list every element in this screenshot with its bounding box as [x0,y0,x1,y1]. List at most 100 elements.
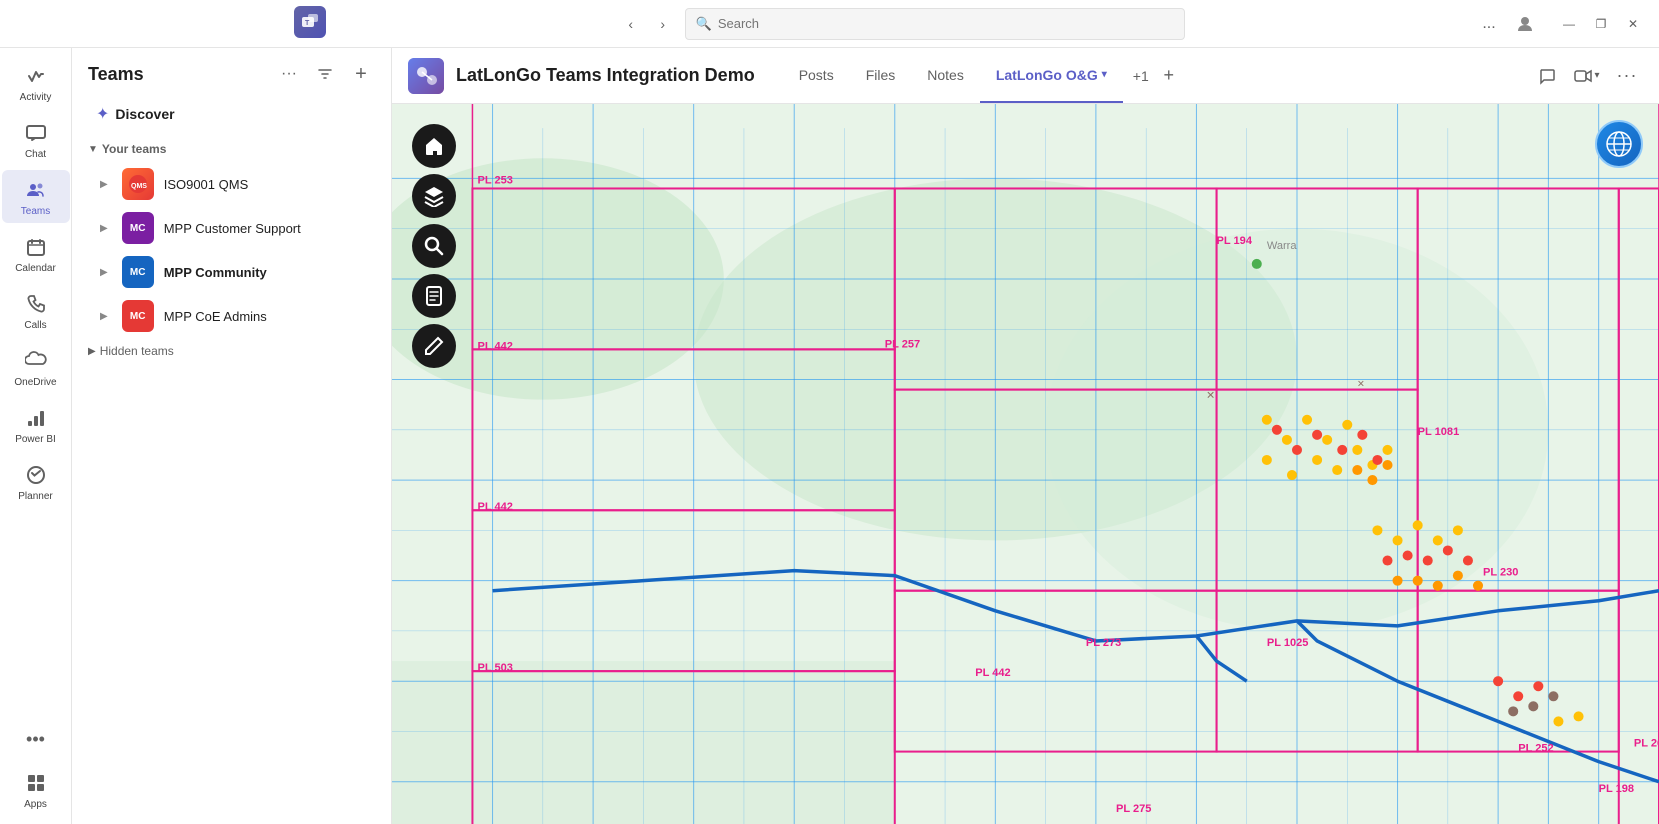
report-tool-button[interactable] [412,274,456,318]
discover-section[interactable]: ✦ Discover [80,96,383,132]
minimize-button[interactable]: — [1555,10,1583,38]
svg-text:T: T [305,20,310,27]
tab-posts[interactable]: Posts [783,48,850,103]
team-expand-icon: ▶ [100,179,108,190]
hidden-chevron: ▶ [88,346,96,357]
team-avatar-mpp-community: MC [122,256,154,288]
tab-dropdown-icon: ▾ [1102,69,1107,80]
onedrive-icon [22,347,50,375]
sidebar-item-onedrive[interactable]: OneDrive [2,341,70,394]
close-button[interactable]: ✕ [1619,10,1647,38]
apps-label: Apps [24,799,47,810]
your-teams-section[interactable]: ▼ Your teams [72,136,391,162]
teams-panel: Teams ··· + ✦ Discover ▼ Your teams ▶ QM… [72,48,392,824]
team-avatar-mpp-coe: MC [122,300,154,332]
team-expand-icon: ▶ [100,311,108,322]
svg-text:PL 230: PL 230 [1483,567,1518,579]
map-svg: Warra [392,104,1659,824]
teams-panel-header: Teams ··· + [72,48,391,96]
sidebar-item-calls[interactable]: Calls [2,284,70,337]
svg-text:PL 1025: PL 1025 [1267,637,1309,649]
team-avatar-mpp-support: MC [122,212,154,244]
teams-app-logo: T [294,6,326,38]
back-button[interactable]: ‹ [617,10,645,38]
sidebar-nav: Activity Chat Teams [0,48,72,824]
edit-tool-button[interactable] [412,324,456,368]
filter-button[interactable] [311,60,339,88]
search-input[interactable] [718,16,1174,31]
sidebar-item-planner[interactable]: Planner [2,455,70,508]
tab-notes[interactable]: Notes [911,48,980,103]
chat-label: Chat [25,149,46,160]
svg-text:QMS: QMS [131,183,147,190]
svg-text:PL 252: PL 252 [1518,743,1553,755]
channel-more-button[interactable]: ··· [1611,60,1643,92]
apps-icon [22,769,50,797]
title-bar: T ‹ › 🔍 ... — ❐ ✕ [0,0,1659,48]
team-avatar-iso: QMS [122,168,154,200]
team-name-iso: ISO9001 QMS [164,177,249,192]
hidden-teams-section[interactable]: ▶ Hidden teams [72,338,391,364]
maximize-button[interactable]: ❐ [1587,10,1615,38]
svg-text:PL 275: PL 275 [1116,803,1151,815]
more-options-button[interactable]: ... [1475,10,1503,38]
team-item-mpp-community[interactable]: ▶ MC MPP Community [72,250,391,294]
team-item-iso[interactable]: ▶ QMS ISO9001 QMS [72,162,391,206]
add-team-button[interactable]: + [347,60,375,88]
channel-tabs: Posts Files Notes LatLonGo O&G ▾ +1 + [783,48,1183,103]
sidebar-item-calendar[interactable]: Calendar [2,227,70,280]
nav-controls: ‹ › [617,10,677,38]
planner-label: Planner [18,491,52,502]
sidebar-item-powerbi[interactable]: Power BI [2,398,70,451]
tab-files[interactable]: Files [850,48,912,103]
team-name-mpp-community: MPP Community [164,265,267,280]
your-teams-label: Your teams [102,142,166,156]
chat-icon [22,119,50,147]
teams-list: ▼ Your teams ▶ QMS ISO9001 QMS ▶ MC MPP … [72,132,391,824]
section-chevron: ▼ [88,144,98,155]
search-bar[interactable]: 🔍 [685,8,1185,40]
svg-text:PL 257: PL 257 [885,338,920,350]
calendar-icon [22,233,50,261]
channel-title: LatLonGo Teams Integration Demo [456,65,755,86]
hidden-teams-label: Hidden teams [100,344,174,358]
svg-text:PL 194: PL 194 [1217,235,1253,247]
home-tool-button[interactable] [412,124,456,168]
team-name-mpp-support: MPP Customer Support [164,221,301,236]
svg-text:PL 442: PL 442 [975,667,1010,679]
chat-button[interactable] [1531,60,1563,92]
teams-label: Teams [21,206,50,217]
svg-text:PL 442: PL 442 [477,501,512,513]
calendar-label: Calendar [15,263,56,274]
layers-tool-button[interactable] [412,174,456,218]
search-tool-button[interactable] [412,224,456,268]
video-button[interactable]: ▾ [1571,60,1603,92]
map-toolbar [412,124,456,368]
team-name-mpp-coe: MPP CoE Admins [164,309,267,324]
teams-icon [22,176,50,204]
svg-text:PL 503: PL 503 [477,662,512,674]
add-tab-button[interactable]: + [1155,62,1183,90]
sidebar-item-apps[interactable]: Apps [2,763,70,816]
activity-label: Activity [20,92,52,103]
forward-button[interactable]: › [649,10,677,38]
sidebar-item-activity[interactable]: Activity [2,56,70,109]
tab-latlongo[interactable]: LatLonGo O&G ▾ [980,48,1123,103]
sidebar-item-chat[interactable]: Chat [2,113,70,166]
svg-text:×: × [1357,377,1364,391]
more-tabs-button[interactable]: +1 [1127,62,1155,90]
title-bar-right: ... — ❐ ✕ [1475,10,1647,38]
profile-button[interactable] [1511,10,1539,38]
more-icon: ••• [22,725,50,753]
window-controls: — ❐ ✕ [1555,10,1647,38]
team-expand-icon: ▶ [100,267,108,278]
channel-logo [408,58,444,94]
sidebar-item-teams[interactable]: Teams [2,170,70,223]
discover-label: Discover [115,106,174,122]
team-item-mpp-support[interactable]: ▶ MC MPP Customer Support [72,206,391,250]
team-expand-icon: ▶ [100,223,108,234]
svg-text:PL 442: PL 442 [477,340,512,352]
team-item-mpp-coe[interactable]: ▶ MC MPP CoE Admins [72,294,391,338]
more-apps-button[interactable]: ••• [2,719,70,759]
more-options-button[interactable]: ··· [275,60,303,88]
